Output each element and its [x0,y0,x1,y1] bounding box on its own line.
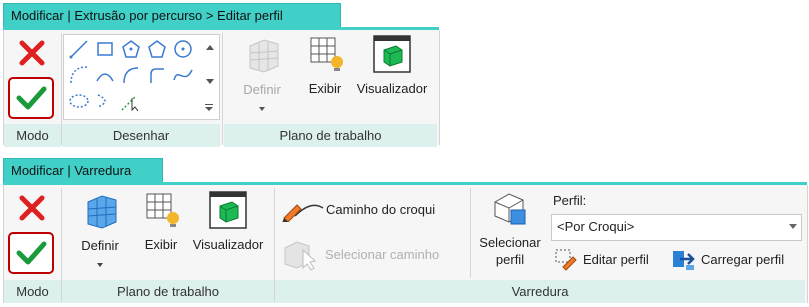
panel-label-plano: Plano de trabalho [224,124,437,147]
sketch-path-button[interactable]: Caminho do croqui [281,196,461,224]
load-profile-icon [673,251,695,270]
viewer-label: Visualizador [356,81,428,96]
checkmark-icon [16,86,47,110]
ellipse-icon[interactable] [68,90,90,112]
dropdown-caret [70,255,130,270]
panel-label-varredura: Varredura [275,280,805,303]
define-workplane-button[interactable]: Definir [70,190,130,270]
gallery-scroll-up[interactable] [206,45,214,50]
tab-title: Modificar | Varredura [11,163,132,178]
viewer-button[interactable]: Visualizador [350,34,434,104]
cancel-x-icon [19,195,45,221]
finish-sweep-button[interactable] [8,232,54,274]
show-label: Exibir [308,81,342,96]
panel-label-desenhar: Desenhar [62,124,220,147]
panel-label-modo: Modo [4,280,61,303]
rectangle-icon[interactable] [94,38,116,60]
cancel-x-icon [19,40,45,66]
sketch-path-icon [282,204,324,222]
start-end-arc-icon[interactable] [68,64,90,86]
context-tab-sweep[interactable]: Modificar | Varredura [3,158,163,183]
center-ends-arc-icon[interactable] [94,64,116,86]
select-profile-label: Selecionar perfil [476,234,544,268]
define-workplane-button[interactable]: Definir [232,34,292,114]
select-profile-icon [494,193,526,225]
divider [470,188,471,278]
draw-gallery [63,34,220,120]
tab-title: Modificar | Extrusão por percurso > Edit… [11,8,283,23]
edit-profile-button[interactable]: Editar perfil [553,247,665,273]
edit-profile-icon [555,249,577,271]
viewer-button[interactable]: Visualizador [186,190,270,260]
show-workplane-button[interactable]: Exibir [134,190,188,260]
edit-profile-label: Editar perfil [583,252,649,267]
load-profile-button[interactable]: Carregar perfil [670,247,804,273]
show-label: Exibir [144,237,178,252]
gallery-scroll-down[interactable] [206,79,214,84]
cancel-sweep-button[interactable] [16,192,48,224]
show-workplane-icon [310,37,343,71]
dropdown-caret [232,99,292,114]
workplane-grid-icon [249,39,279,73]
select-profile-button[interactable]: Selecionar perfil [476,188,544,274]
circle-icon[interactable] [172,38,194,60]
line-icon[interactable] [68,38,90,60]
workplane-grid-icon [87,195,117,229]
gallery-expand[interactable] [205,103,215,113]
pick-path-icon [284,241,317,271]
spline-icon[interactable] [172,64,194,86]
load-profile-label: Carregar perfil [701,252,785,267]
show-workplane-button[interactable]: Exibir [298,34,352,104]
context-tab-edit-profile[interactable]: Modificar | Extrusão por percurso > Edit… [3,3,341,28]
profile-select-value: <Por Croqui> [557,219,635,234]
define-label: Definir [243,82,281,97]
finish-edit-button[interactable] [8,77,54,119]
select-profile-line2: perfil [495,252,525,267]
divider [222,33,223,145]
viewer-label: Visualizador [192,237,264,252]
panel-label-modo: Modo [4,124,61,147]
tangent-arc-icon[interactable] [120,64,142,86]
select-profile-line1: Selecionar [479,235,541,250]
chevron-down-icon [789,224,797,229]
viewer-icon [373,35,411,73]
pick-path-button[interactable]: Selecionar caminho [281,236,471,272]
profile-select[interactable]: <Por Croqui> [551,214,802,241]
checkmark-icon [16,241,47,265]
partial-ellipse-icon[interactable] [94,90,116,112]
panel-label-plano: Plano de trabalho [62,280,274,303]
profile-label: Perfil: [553,193,587,208]
cancel-edit-button[interactable] [16,37,48,69]
define-label: Definir [81,238,119,253]
viewer-icon [209,191,247,229]
circumscribed-polygon-icon[interactable] [146,38,168,60]
pick-lines-icon[interactable] [120,90,142,112]
fillet-arc-icon[interactable] [146,64,168,86]
inscribed-polygon-icon[interactable] [120,38,142,60]
show-workplane-icon [146,193,179,227]
pick-path-label: Selecionar caminho [325,247,440,262]
sketch-path-label: Caminho do croqui [326,202,436,217]
